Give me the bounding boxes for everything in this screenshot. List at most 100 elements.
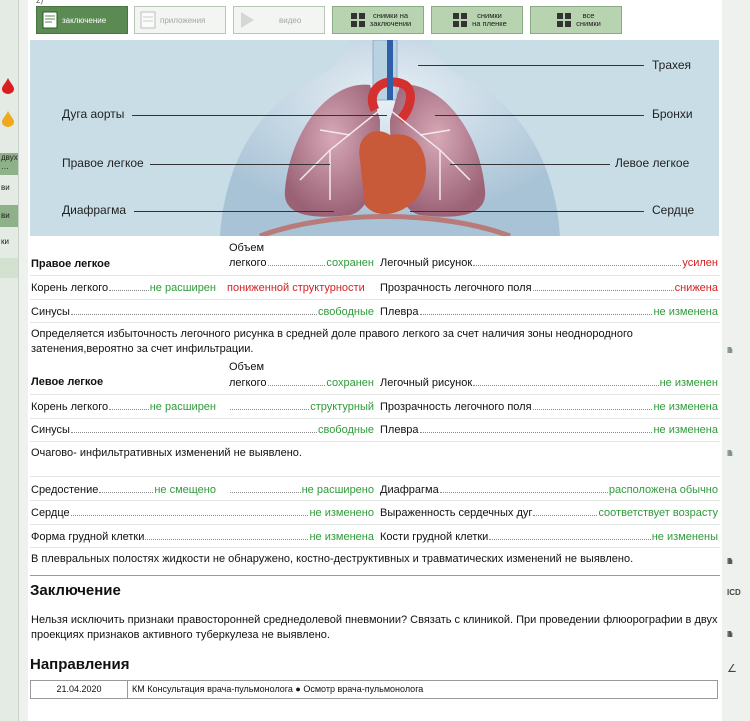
tab-images-on-report[interactable]: снимки на заключении [332,6,424,34]
left-structure-field[interactable]: структурный [229,400,374,414]
field-value: не изменена [653,424,718,436]
right-volume-field[interactable]: легкого сохранен [229,256,374,270]
tab-label: заключение [62,15,107,25]
left-pleura-field[interactable]: Плевра не изменена [380,423,718,437]
field-value: не изменена [653,306,718,318]
field-label: Корень легкого [31,401,109,413]
orange-drop-icon [2,111,14,127]
tab-label: приложения [160,15,206,25]
field-label: Кости грудной клетки [380,531,489,543]
right-lung-title: Правое легкое [31,258,110,270]
right-pleura-field[interactable]: Плевра не изменена [380,305,718,319]
field-label: Легочный рисунок [380,377,473,389]
tab-attachments[interactable]: приложения [134,6,226,34]
left-lung-note[interactable]: Очагово- инфильтративных изменений не вы… [31,446,721,461]
mediastinum-width-field[interactable]: не расширено [229,483,374,497]
sidebar-item-4[interactable]: ки [0,237,18,249]
direction-text: КМ Консультация врача-пульмонолога ● Осм… [132,684,424,694]
images-icon [350,13,365,27]
conclusion-heading: Заключение [30,582,121,599]
right-structure-field[interactable]: пониженной структурности [227,281,374,295]
field-value: не изменены [651,531,718,543]
label-left-lung: Левое легкое [615,156,690,170]
right-pattern-field[interactable]: Легочный рисунок усилен [380,256,718,270]
heart-arcs-field[interactable]: Выраженность сердечных дуг соответствует … [380,506,718,520]
field-value: не изменен [659,377,718,389]
aorta-pointer [132,115,387,116]
field-label: легкого [229,377,267,389]
chest-bones-field[interactable]: Кости грудной клетки не изменены [380,530,718,544]
field-label: Синусы [31,424,70,436]
tab-video[interactable]: видео [233,6,325,34]
diaphragm-field[interactable]: Диафрагма расположена обычно [380,483,718,497]
signature-icon[interactable]: ∠ [727,662,737,675]
tab-images-on-film[interactable]: снимки на пленке [431,6,523,34]
tab-all-images[interactable]: все снимки [530,6,622,34]
bars-icon[interactable]: lllı [727,630,739,639]
anatomy-drawing [220,40,560,236]
label-diaphragm: Диафрагма [62,203,127,217]
sidebar-item-5[interactable] [0,258,18,278]
tab-label: снимки на пленке [472,11,507,28]
conclusion-text[interactable]: Нельзя исключить признаки правосторонней… [31,613,721,643]
icd-label[interactable]: ICD [727,588,741,597]
grid-icon [557,13,572,27]
direction-date: 21.04.2020 [31,681,128,698]
sidebar-item-2[interactable]: ви [0,183,18,195]
toolbar: 2) заключение приложения видео снимки на… [28,0,722,40]
label-trachea: Трахея [652,58,692,72]
field-value: не изменено [309,507,374,519]
report-panel: 2) заключение приложения видео снимки на… [28,0,722,721]
mediastinum-field[interactable]: Средостение не смещено [31,483,216,497]
field-value: снижена [674,282,718,294]
field-value: свободные [317,424,374,436]
chest-shape-field[interactable]: Форма грудной клетки не изменена [31,530,374,544]
directions-row[interactable]: 21.04.2020 КМ Консультация врача-пульмон… [30,680,718,699]
field-label: Прозрачность легочного поля [380,282,532,294]
bars-icon[interactable]: lllı [727,557,739,566]
field-value: структурный [310,401,374,413]
heart-field[interactable]: Сердце не изменено [31,506,374,520]
left-root-field[interactable]: Корень легкого не расширен [31,400,216,414]
sidebar-item-1[interactable]: двух … [0,153,18,175]
field-value: не расширен [149,401,216,413]
field-label: Прозрачность легочного поля [380,401,532,413]
right-sinuses-field[interactable]: Синусы свободные [31,305,374,319]
right-root-field[interactable]: Корень легкого не расширен [31,281,216,295]
field-value: не расширено [301,484,374,496]
left-sinuses-field[interactable]: Синусы свободные [31,423,374,437]
field-label: Легочный рисунок [380,257,473,269]
bars-icon[interactable]: lllı [727,449,739,458]
left-volume-label-top: Объем [229,361,265,373]
bronchi-pointer [435,115,644,116]
left-volume-field[interactable]: легкого сохранен [229,376,374,390]
play-icon [241,12,254,28]
label-bronchi: Бронхи [652,107,693,121]
field-label: Синусы [31,306,70,318]
left-lung-pointer [450,164,610,165]
general-note[interactable]: В плевральных полостях жидкости не обнар… [31,552,721,567]
diaphragm-pointer [134,211,334,212]
tab-conclusion[interactable]: заключение [36,6,128,34]
right-volume-label-top: Объем [229,242,265,254]
label-heart: Сердце [652,203,695,217]
right-lung-note[interactable]: Определяется избыточность легочного рису… [31,327,721,357]
bars-icon[interactable]: lllı [727,346,739,355]
left-pattern-field[interactable]: Легочный рисунок не изменен [380,376,718,390]
field-value: пониженной структурности [227,282,365,294]
field-value: сохранен [326,257,374,269]
field-label: Форма грудной клетки [31,531,145,543]
tab-label: видео [279,15,302,25]
attachment-icon [140,11,156,29]
left-transparency-field[interactable]: Прозрачность легочного поля не изменена [380,400,718,414]
tab-label: все снимки [576,11,601,28]
field-label: Сердце [31,507,70,519]
field-value: не изменена [309,531,374,543]
sidebar-item-3[interactable]: ви [0,205,18,227]
right-lung-pointer [150,164,330,165]
right-transparency-field[interactable]: Прозрачность легочного поля снижена [380,281,718,295]
field-value: свободные [317,306,374,318]
lungs-illustration: Трахея Дуга аорты Бронхи Правое легкое Л… [30,40,719,236]
field-value: не расширен [149,282,216,294]
field-label: Средостение [31,484,99,496]
